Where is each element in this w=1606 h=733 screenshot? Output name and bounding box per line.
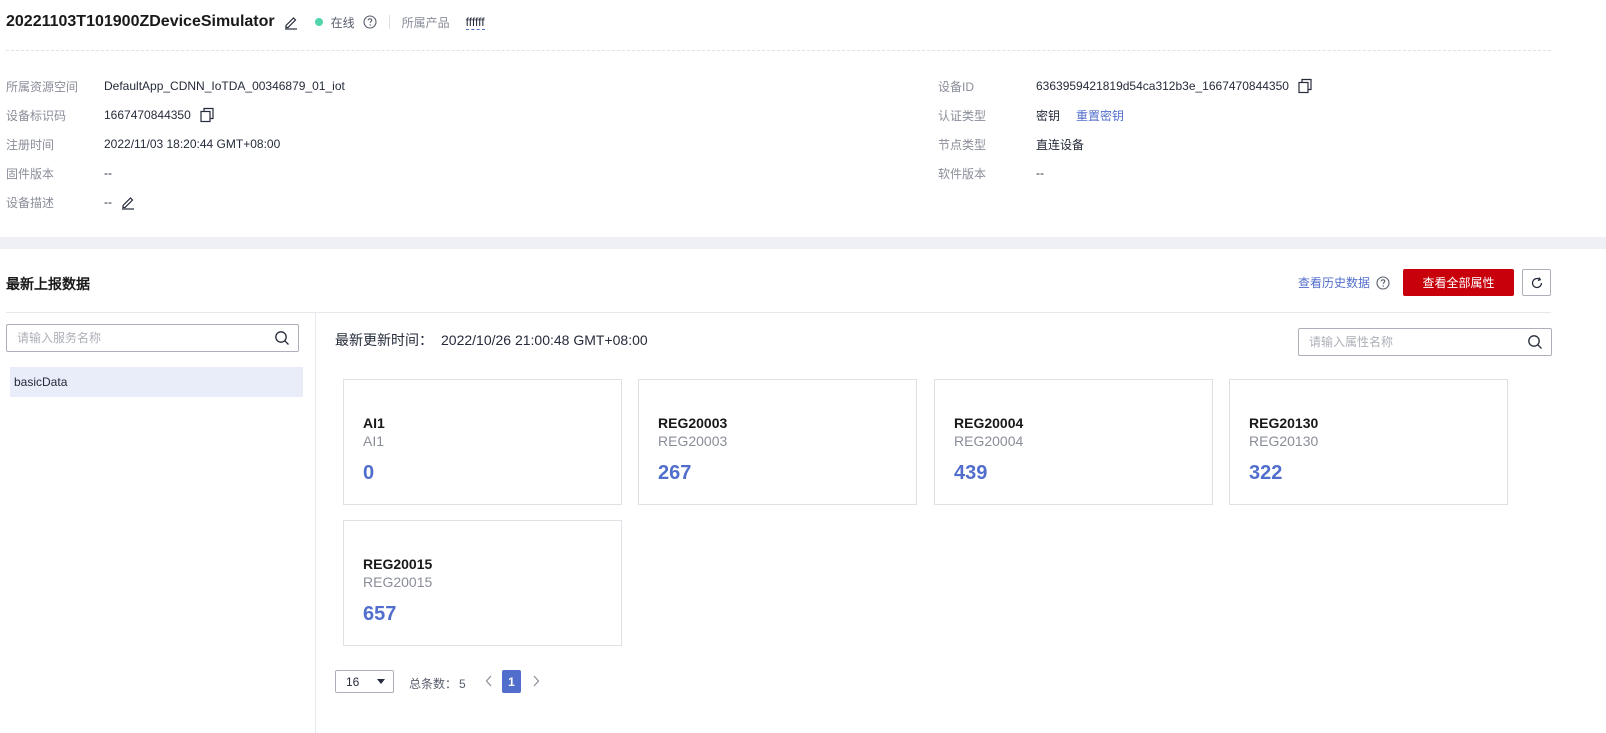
- total-count: 总条数： 5: [409, 675, 466, 692]
- update-time-label: 最新更新时间：: [335, 332, 433, 348]
- property-subname: REG20004: [954, 433, 1024, 449]
- update-time: 最新更新时间： 2022/10/26 21:00:48 GMT+08:00: [335, 330, 648, 350]
- edit-icon[interactable]: [283, 14, 299, 30]
- header-divider: [6, 50, 1551, 51]
- info-value: 直连设备: [1036, 137, 1085, 152]
- property-search-box: [1298, 328, 1552, 356]
- service-item-basicdata[interactable]: basicData: [10, 367, 303, 397]
- info-software-version: 软件版本 --: [938, 163, 1044, 183]
- property-value: 0: [363, 462, 375, 484]
- page-size-select[interactable]: 16: [335, 670, 394, 693]
- property-card: REG20004 REG20004 439: [934, 379, 1213, 505]
- status-text: 在线: [330, 15, 355, 30]
- info-label: 设备描述: [6, 195, 55, 210]
- caret-down-icon: [377, 679, 385, 684]
- info-label: 设备标识码: [6, 108, 67, 123]
- info-value: --: [1036, 166, 1044, 180]
- status-dot: [314, 18, 323, 26]
- total-value: 5: [459, 677, 466, 691]
- help-icon[interactable]: [1376, 275, 1390, 290]
- reset-secret-link[interactable]: 重置密钥: [1076, 107, 1124, 124]
- info-value: --: [104, 195, 112, 209]
- property-value: 267: [658, 462, 692, 484]
- next-page-button[interactable]: [529, 673, 543, 689]
- help-icon[interactable]: [363, 15, 377, 29]
- update-time-value: 2022/10/26 21:00:48 GMT+08:00: [441, 332, 648, 348]
- section-divider: [6, 312, 1551, 313]
- info-value-wrap: --: [104, 194, 136, 210]
- device-title: 20221103T101900ZDeviceSimulator: [6, 13, 275, 30]
- panel-divider: [315, 312, 316, 733]
- product-link[interactable]: ffffff: [465, 15, 485, 30]
- property-name: REG20130: [1249, 415, 1319, 431]
- info-label: 固件版本: [6, 166, 55, 181]
- property-subname: REG20130: [1249, 433, 1319, 449]
- property-subname: REG20003: [658, 433, 728, 449]
- refresh-button[interactable]: [1522, 269, 1551, 296]
- view-all-properties-button[interactable]: 查看全部属性: [1403, 269, 1514, 296]
- info-value-wrap: 密钥 重置密钥: [1036, 107, 1124, 124]
- page-number[interactable]: 1: [502, 670, 521, 693]
- info-value: 密钥: [1036, 108, 1061, 123]
- info-label: 设备ID: [938, 79, 975, 94]
- info-value-wrap: 6363959421819d54ca312b3e_1667470844350: [1036, 78, 1313, 94]
- service-search-box: [6, 324, 299, 352]
- copy-icon[interactable]: [199, 107, 215, 123]
- info-label: 认证类型: [938, 108, 987, 123]
- info-node-type: 节点类型 直连设备: [938, 134, 1084, 154]
- info-value: 1667470844350: [104, 108, 191, 122]
- property-name: REG20004: [954, 415, 1024, 431]
- property-value: 657: [363, 603, 397, 625]
- info-label: 软件版本: [938, 166, 987, 181]
- refresh-icon: [1531, 276, 1542, 288]
- property-subname: AI1: [363, 433, 385, 449]
- property-card: REG20003 REG20003 267: [638, 379, 917, 505]
- search-icon[interactable]: [274, 330, 290, 346]
- info-value: 2022/11/03 18:20:44 GMT+08:00: [104, 137, 281, 151]
- property-card: REG20015 REG20015 657: [343, 520, 622, 646]
- property-value: 439: [954, 462, 988, 484]
- property-card: REG20130 REG20130 322: [1229, 379, 1508, 505]
- section-title: 最新上报数据: [6, 276, 90, 292]
- product-label: 所属产品: [401, 15, 450, 30]
- info-label: 所属资源空间: [6, 79, 79, 94]
- info-resource-space: 所属资源空间 DefaultApp_CDNN_IoTDA_00346879_01…: [6, 76, 345, 96]
- info-value: 6363959421819d54ca312b3e_1667470844350: [1036, 79, 1289, 93]
- edit-description-icon[interactable]: [120, 194, 136, 210]
- property-name: AI1: [363, 415, 385, 431]
- device-header: 20221103T101900ZDeviceSimulator 在线 所属产品 …: [6, 10, 485, 34]
- info-firmware-version: 固件版本 --: [6, 163, 112, 183]
- prev-page-button[interactable]: [482, 673, 496, 689]
- history-link-label[interactable]: 查看历史数据: [1298, 274, 1370, 291]
- info-device-id: 设备ID 6363959421819d54ca312b3e_1667470844…: [938, 76, 1313, 96]
- info-value: DefaultApp_CDNN_IoTDA_00346879_01_iot: [104, 79, 345, 93]
- search-icon[interactable]: [1527, 334, 1543, 350]
- property-name: REG20003: [658, 415, 728, 431]
- chevron-right-icon: [533, 675, 540, 687]
- info-device-description: 设备描述 --: [6, 192, 136, 212]
- total-label: 总条数：: [409, 677, 458, 691]
- service-search-input[interactable]: [17, 331, 274, 345]
- info-register-time: 注册时间 2022/11/03 18:20:44 GMT+08:00: [6, 134, 280, 154]
- history-data-link[interactable]: 查看历史数据: [1298, 274, 1390, 291]
- section-separator: [0, 237, 1606, 249]
- info-label: 节点类型: [938, 137, 987, 152]
- divider: [388, 15, 390, 29]
- property-card: AI1 AI1 0: [343, 379, 622, 505]
- property-subname: REG20015: [363, 574, 433, 590]
- info-device-identifier: 设备标识码 1667470844350: [6, 105, 215, 125]
- chevron-left-icon: [485, 675, 492, 687]
- info-value-wrap: 1667470844350: [104, 107, 215, 123]
- property-name: REG20015: [363, 556, 433, 572]
- page-size-value: 16: [346, 674, 360, 689]
- property-value: 322: [1249, 462, 1283, 484]
- info-label: 注册时间: [6, 137, 55, 152]
- copy-icon[interactable]: [1297, 78, 1313, 94]
- info-auth-type: 认证类型 密钥 重置密钥: [938, 105, 1124, 125]
- property-search-input[interactable]: [1309, 335, 1527, 349]
- info-value: --: [104, 166, 112, 180]
